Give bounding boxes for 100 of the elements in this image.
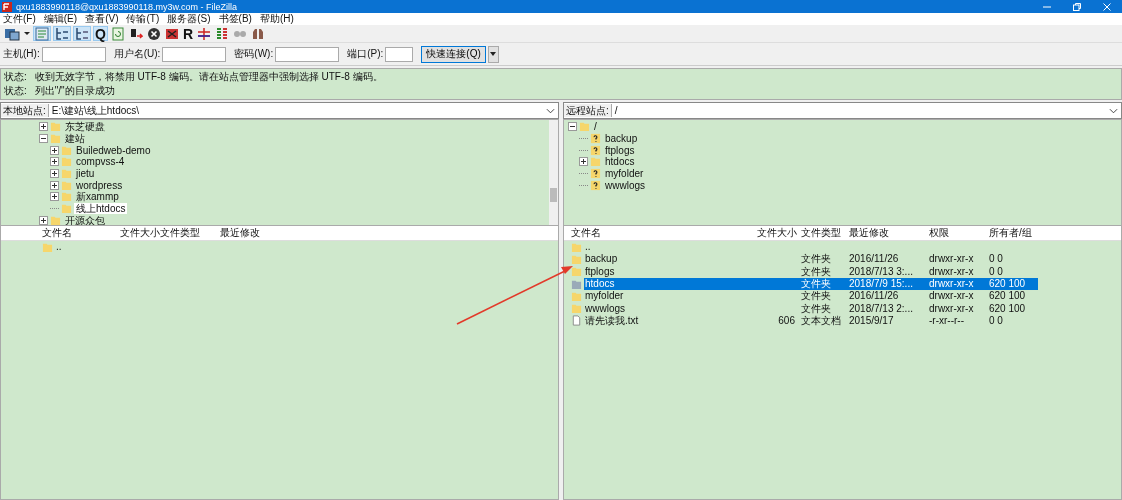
column-header[interactable]: 最近修改 (217, 226, 287, 240)
menu-item[interactable]: 服务器(S) (167, 13, 211, 25)
column-header[interactable]: 文件类型 (798, 226, 846, 240)
unknown-folder-icon (590, 168, 601, 180)
expand-toggle[interactable] (579, 157, 588, 167)
column-header[interactable]: 最近修改 (846, 226, 926, 240)
tree-item[interactable]: ftplogs (603, 144, 637, 156)
collapse-toggle[interactable] (39, 134, 48, 144)
file-row[interactable]: .. (584, 241, 754, 254)
table-cell-text: 620 100 (988, 302, 1027, 315)
tree-local-button[interactable] (53, 26, 71, 41)
folder-icon (571, 278, 582, 290)
table-cell-text: 2015/9/17 (848, 314, 895, 327)
field-label: 端口(P): (347, 47, 384, 61)
column-header[interactable]: 文件名 (568, 226, 754, 240)
quickconnect-button[interactable]: 快速连接(Q) (421, 45, 486, 63)
column-header[interactable]: 文件名 (39, 226, 117, 240)
expand-toggle[interactable] (50, 169, 59, 179)
column-header[interactable]: 权限 (926, 226, 986, 240)
input-field[interactable] (41, 46, 106, 62)
scrollbar[interactable] (549, 120, 558, 225)
folder-icon (61, 144, 72, 156)
chevron-icon[interactable] (1109, 107, 1118, 114)
tree-item[interactable]: jietu (74, 168, 97, 180)
input-field[interactable] (275, 46, 340, 62)
menu-item[interactable]: 查看(V) (85, 13, 119, 25)
tree-item[interactable]: wwwlogs (603, 179, 647, 191)
toolbar-button[interactable]: Q (93, 26, 108, 41)
table-cell-text: 文件夹 (800, 302, 831, 315)
table-cell: 2018/7/9 15:... (846, 278, 926, 291)
collapse-toggle[interactable] (568, 122, 577, 132)
unknown-folder-icon (590, 144, 601, 156)
folder-icon (50, 121, 61, 133)
unknown-folder-icon (590, 179, 601, 191)
log-label: 状态: (4, 85, 27, 96)
chain-icon (233, 29, 247, 38)
tree-item[interactable]: 新xammp (74, 191, 121, 203)
file-row[interactable]: htdocs (584, 278, 754, 291)
menu-item[interactable]: 编辑(E) (43, 13, 78, 25)
table-cell-text: drwxr-xr-x (928, 302, 975, 315)
folder-icon (61, 179, 72, 191)
expand-toggle[interactable] (50, 145, 59, 155)
input-field[interactable] (162, 46, 227, 62)
menu-item[interactable]: 传输(T) (126, 13, 160, 25)
tree-item[interactable]: backup (603, 133, 640, 145)
compare-button[interactable] (196, 26, 212, 41)
table-cell-text: 文件夹 (800, 253, 832, 266)
column-header[interactable]: 所有者/组 (986, 226, 1038, 240)
cancel-button[interactable] (145, 26, 162, 41)
expand-toggle[interactable] (39, 122, 48, 132)
expand-toggle[interactable] (50, 192, 59, 202)
file-row[interactable]: backup (584, 253, 754, 266)
menu-item[interactable]: 帮助(H) (259, 13, 294, 25)
tree-item[interactable]: compvss-4 (74, 156, 127, 168)
table-cell-text: drwxr-xr-x (928, 265, 975, 278)
folder-icon (61, 203, 72, 215)
close-icon[interactable] (1102, 1, 1112, 12)
file-row[interactable]: ftplogs (584, 265, 754, 278)
path-field[interactable]: / (611, 105, 1121, 116)
site-manager-button[interactable] (3, 26, 21, 41)
restore-icon[interactable] (1072, 1, 1082, 12)
expand-toggle[interactable] (50, 157, 59, 167)
dropdown-button[interactable] (487, 45, 499, 63)
menu-item[interactable]: 文件(F) (3, 13, 36, 25)
file-row[interactable]: wwwlogs (584, 302, 754, 315)
disconnect-button[interactable] (163, 26, 180, 41)
folder-icon (61, 156, 72, 168)
table-cell-text: -r-xr--r-- (928, 314, 965, 327)
tree-item[interactable]: myfolder (603, 168, 646, 180)
field-label: 用户名(U): (113, 47, 161, 61)
tree-item[interactable]: 建站 (63, 133, 87, 145)
tree-item[interactable]: Builedweb-demo (74, 144, 153, 156)
expand-toggle[interactable] (39, 215, 48, 225)
log-message: 收到无效字节，将禁用 UTF-8 编码。请在站点管理器中强制选择 UTF-8 编码。 (34, 71, 383, 82)
tree-item[interactable]: 线上htdocs (74, 203, 128, 215)
table-cell-text: drwxr-xr-x (928, 253, 975, 266)
folder-icon (42, 241, 53, 253)
table-cell-text: 文件夹 (800, 265, 832, 278)
folder-icon (61, 191, 72, 203)
log-label: 状态: (4, 71, 27, 82)
tree-item[interactable]: 东芝硬盘 (63, 121, 107, 133)
table-cell-text: 2016/11/26 (848, 290, 900, 303)
menu-item[interactable]: 书签(B) (218, 13, 252, 25)
tree-item[interactable]: htdocs (603, 156, 637, 168)
expand-toggle[interactable] (50, 180, 59, 190)
table-cell-text: 2018/7/13 3:... (848, 265, 914, 278)
file-row[interactable]: .. (55, 241, 117, 254)
tree-remote-button[interactable] (73, 26, 91, 41)
tree-item[interactable]: wordpress (74, 179, 125, 191)
input-field[interactable] (385, 46, 414, 62)
file-row[interactable]: 请先读我.txt (584, 314, 754, 327)
folder-icon (571, 290, 582, 302)
toolbar-button[interactable]: R (181, 26, 194, 41)
binoculars-button[interactable] (250, 26, 266, 41)
sync-button[interactable] (214, 26, 230, 41)
column-header[interactable]: 文件大小 (754, 226, 798, 240)
tree-item[interactable]: / (592, 121, 599, 133)
log-message: 列出"/"的目录成功 (34, 85, 115, 96)
file-row[interactable]: myfolder (584, 290, 754, 303)
tree-item[interactable]: 开源众包 (63, 214, 107, 225)
